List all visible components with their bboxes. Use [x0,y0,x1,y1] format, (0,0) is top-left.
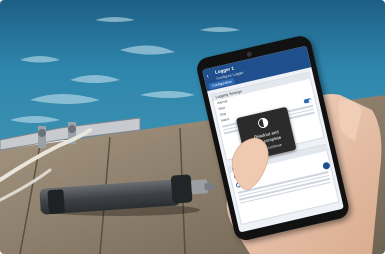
tab-configuration[interactable]: Configuration [208,77,236,90]
radio-selected-icon[interactable] [233,173,240,180]
front-camera-icon [246,51,253,58]
alarm-toggle[interactable] [303,97,313,104]
photo-scene: ‹ Logger 1 Configure Logger Configuratio… [0,0,385,254]
radio-unselected-icon[interactable] [235,182,242,189]
back-arrow-icon[interactable]: ‹ [206,74,209,80]
half-circle-progress-icon [258,117,269,128]
